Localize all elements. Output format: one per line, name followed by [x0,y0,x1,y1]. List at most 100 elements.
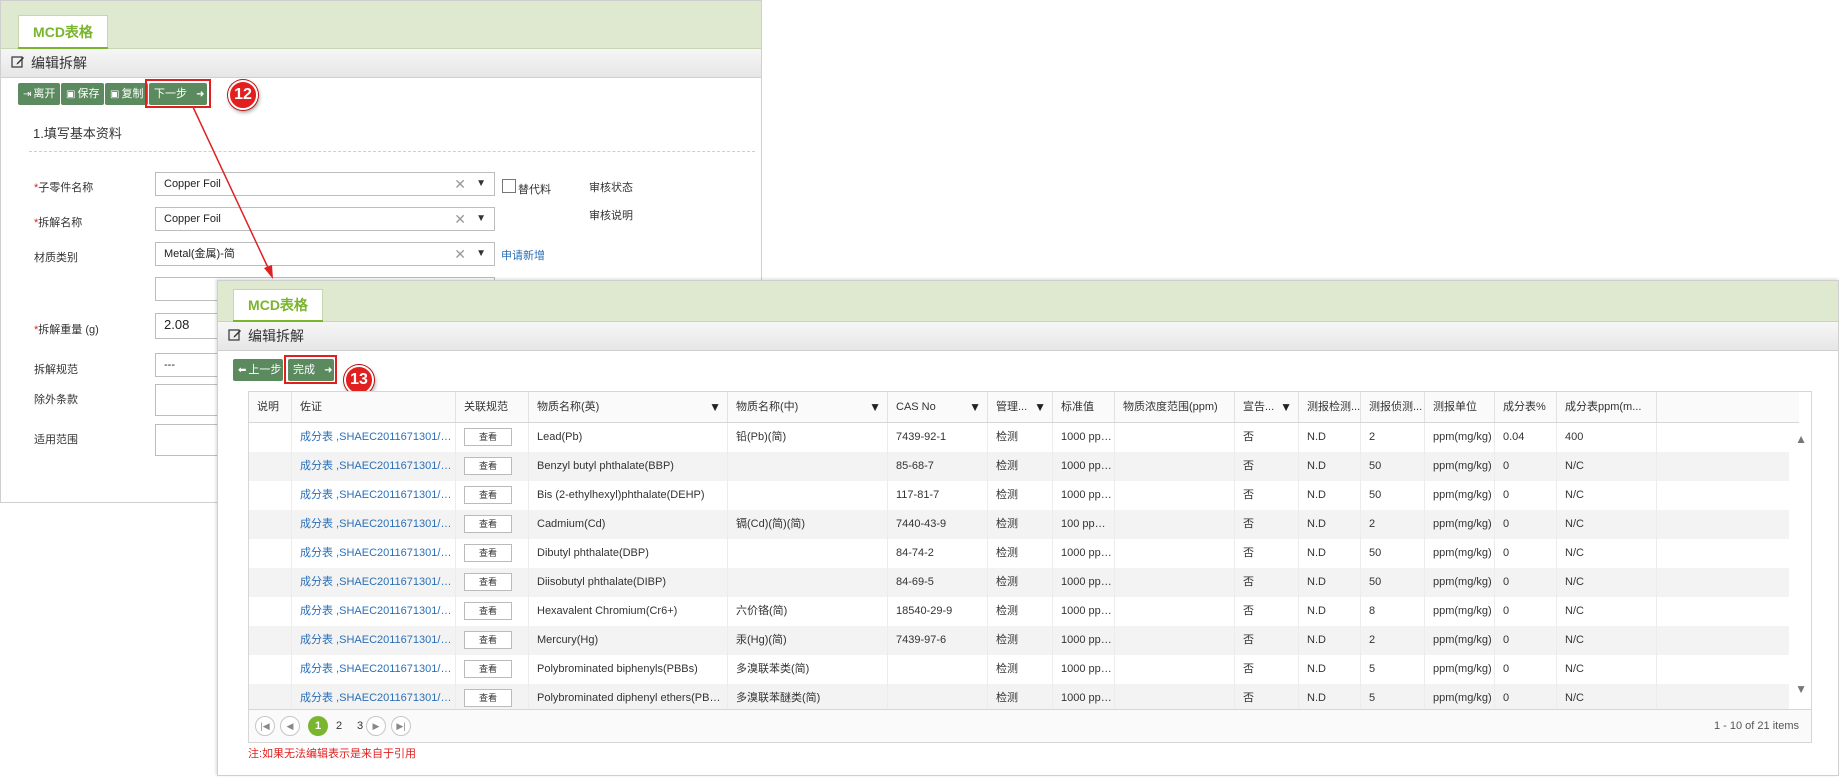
cell-spec: 查看 [456,423,529,452]
table-row[interactable]: 成分表 ,SHAEC2011671301/Cop... 查看 Lead(Pb) 铅(P… [249,423,1789,452]
header-col-detect-limit[interactable]: 测报侦测... [1361,392,1425,422]
cell-evidence[interactable]: 成分表 ,SHAEC2011671301/Cop... [292,481,456,510]
header-col-pct[interactable]: 成分表% [1495,392,1557,422]
cell-evidence[interactable]: 成分表 ,SHAEC2011671301/Cop... [292,510,456,539]
scroll-down-icon[interactable]: ▼ [1795,682,1807,696]
header-col-unit[interactable]: 测报单位 [1425,392,1495,422]
clear-icon[interactable]: ✕ [454,173,466,195]
table-row[interactable]: 成分表 ,SHAEC2011671301/Cop... 查看 Bis (2-ethy… [249,481,1789,510]
view-button[interactable]: 查看 [464,486,512,505]
view-button[interactable]: 查看 [464,515,512,534]
cell-limit: 1000 ppm... [1053,452,1115,481]
header-col-limit[interactable]: 标准值 [1053,392,1115,422]
cell-name-en: Mercury(Hg) [529,626,728,655]
cell-note [249,452,292,481]
material-select[interactable]: Metal(金属)-简 ✕ ▼ [155,242,495,266]
cell-pct: 0 [1495,510,1557,539]
last-page-icon[interactable]: ▶| [391,716,411,736]
filter-icon[interactable]: ▼ [709,392,721,422]
view-button[interactable]: 查看 [464,428,512,447]
disassembly-select[interactable]: Copper Foil ✕ ▼ [155,207,495,231]
view-button[interactable]: 查看 [464,544,512,563]
cell-evidence[interactable]: 成分表 ,SHAEC2011671301/Cop... [292,655,456,684]
view-button[interactable]: 查看 [464,573,512,592]
cell-detect-limit: 50 [1361,452,1425,481]
section-header: 编辑拆解 [1,49,761,78]
header-col-declare[interactable]: 宣告... ▼ [1235,392,1299,422]
step-badge-12: 12 [228,80,258,110]
cell-spec: 查看 [456,452,529,481]
header-label: 说明 [257,401,279,413]
view-button[interactable]: 查看 [464,631,512,650]
table-row[interactable]: 成分表 ,SHAEC2011671301/Cop... 查看 Cadmium(Cd)… [249,510,1789,539]
view-button[interactable]: 查看 [464,660,512,679]
header-col-ppm[interactable]: 成分表ppm(m... [1557,392,1657,422]
substitute-checkbox[interactable] [502,179,516,193]
tab-mcd-table[interactable]: MCD表格 [233,289,323,323]
cell-evidence[interactable]: 成分表 ,SHAEC2011671301/Cop... [292,597,456,626]
table-row[interactable]: 成分表 ,SHAEC2011671301/Cop... 查看 Dibutyl pht… [249,539,1789,568]
tab-mcd-table[interactable]: MCD表格 [18,15,108,50]
scroll-up-icon[interactable]: ▲ [1795,432,1807,446]
header-col-manage[interactable]: 管理... ▼ [988,392,1053,422]
page-number[interactable]: 1 [308,716,328,736]
view-button[interactable]: 查看 [464,689,512,708]
cell-name-cn: 六价铬(简) [728,597,888,626]
table-row[interactable]: 成分表 ,SHAEC2011671301/Cop... 查看 Hexavalent … [249,597,1789,626]
header-col-evidence[interactable]: 佐证 [292,392,456,422]
cell-ppm: N/C [1557,539,1657,568]
header-col-name-en[interactable]: 物质名称(英) ▼ [529,392,728,422]
table-row[interactable]: 成分表 ,SHAEC2011671301/Cop... 查看 Benzyl buty… [249,452,1789,481]
prev-page-icon[interactable]: ◀ [280,716,300,736]
pager: |◀ ◀ 123 ▶ ▶| 1 - 10 of 21 items [249,709,1811,742]
table-row[interactable]: 成分表 ,SHAEC2011671301/Cop... 查看 Diisobutyl … [249,568,1789,597]
cell-detect-limit: 2 [1361,423,1425,452]
prev-step-button[interactable]: ⬅ 上一步 [233,359,283,381]
spec-select[interactable]: --- [155,353,225,377]
cell-ppm: 400 [1557,423,1657,452]
header-col-cas[interactable]: CAS No ▼ [888,392,988,422]
table-row[interactable]: 成分表 ,SHAEC2011671301/Cop... 查看 Mercury(Hg)… [249,626,1789,655]
next-page-icon[interactable]: ▶ [366,716,386,736]
chevron-down-icon[interactable]: ▼ [476,173,486,195]
header-col-note[interactable]: 说明 [249,392,292,422]
header-col-range[interactable]: 物质浓度范围(ppm) [1115,392,1235,422]
cell-evidence[interactable]: 成分表 ,SHAEC2011671301/Cop... [292,626,456,655]
cell-evidence[interactable]: 成分表 ,SHAEC2011671301/Cop... [292,423,456,452]
cell-evidence[interactable]: 成分表 ,SHAEC2011671301/Cop... [292,568,456,597]
save-button[interactable]: ▣ 保存 [61,83,105,105]
chevron-down-icon[interactable]: ▼ [476,243,486,265]
apply-new-link[interactable]: 申请新增 [501,247,545,263]
subpart-select[interactable]: Copper Foil ✕ ▼ [155,172,495,196]
exception-input[interactable] [155,384,225,416]
cell-declare: 否 [1235,423,1299,452]
clear-icon[interactable]: ✕ [454,208,466,230]
copy-button[interactable]: ▣ 复制 [105,83,149,105]
cell-evidence[interactable]: 成分表 ,SHAEC2011671301/Cop... [292,539,456,568]
cell-spec: 查看 [456,539,529,568]
cell-detect: N.D [1299,510,1361,539]
view-button[interactable]: 查看 [464,602,512,621]
first-page-icon[interactable]: |◀ [255,716,275,736]
filter-icon[interactable]: ▼ [969,392,981,422]
grid-header: 说明 佐证 关联规范 物质名称(英) ▼ 物质名称(中) ▼ CAS No ▼ 管理... ▼ 标准值… [249,392,1799,423]
table-row[interactable]: 成分表 ,SHAEC2011671301/Cop... 查看 Polybromina… [249,655,1789,684]
page-number[interactable]: 2 [329,716,349,736]
header-col-name-cn[interactable]: 物质名称(中) ▼ [728,392,888,422]
header-col-detect[interactable]: 测报检测... [1299,392,1361,422]
leave-button[interactable]: ⇥ 离开 [18,83,61,105]
cell-limit: 1000 ppm... [1053,568,1115,597]
weight-input[interactable]: 2.08 [155,313,225,339]
cell-name-cn: 铅(Pb)(简) [728,423,888,452]
filter-icon[interactable]: ▼ [869,392,881,422]
header-col-spec[interactable]: 关联规范 [456,392,529,422]
cell-detect: N.D [1299,481,1361,510]
chevron-down-icon[interactable]: ▼ [476,208,486,230]
cell-evidence[interactable]: 成分表 ,SHAEC2011671301/Cop... [292,452,456,481]
cell-manage: 检测 [988,626,1053,655]
view-button[interactable]: 查看 [464,457,512,476]
clear-icon[interactable]: ✕ [454,243,466,265]
filter-icon[interactable]: ▼ [1280,392,1292,422]
filter-icon[interactable]: ▼ [1034,392,1046,422]
scope-input[interactable] [155,424,225,456]
